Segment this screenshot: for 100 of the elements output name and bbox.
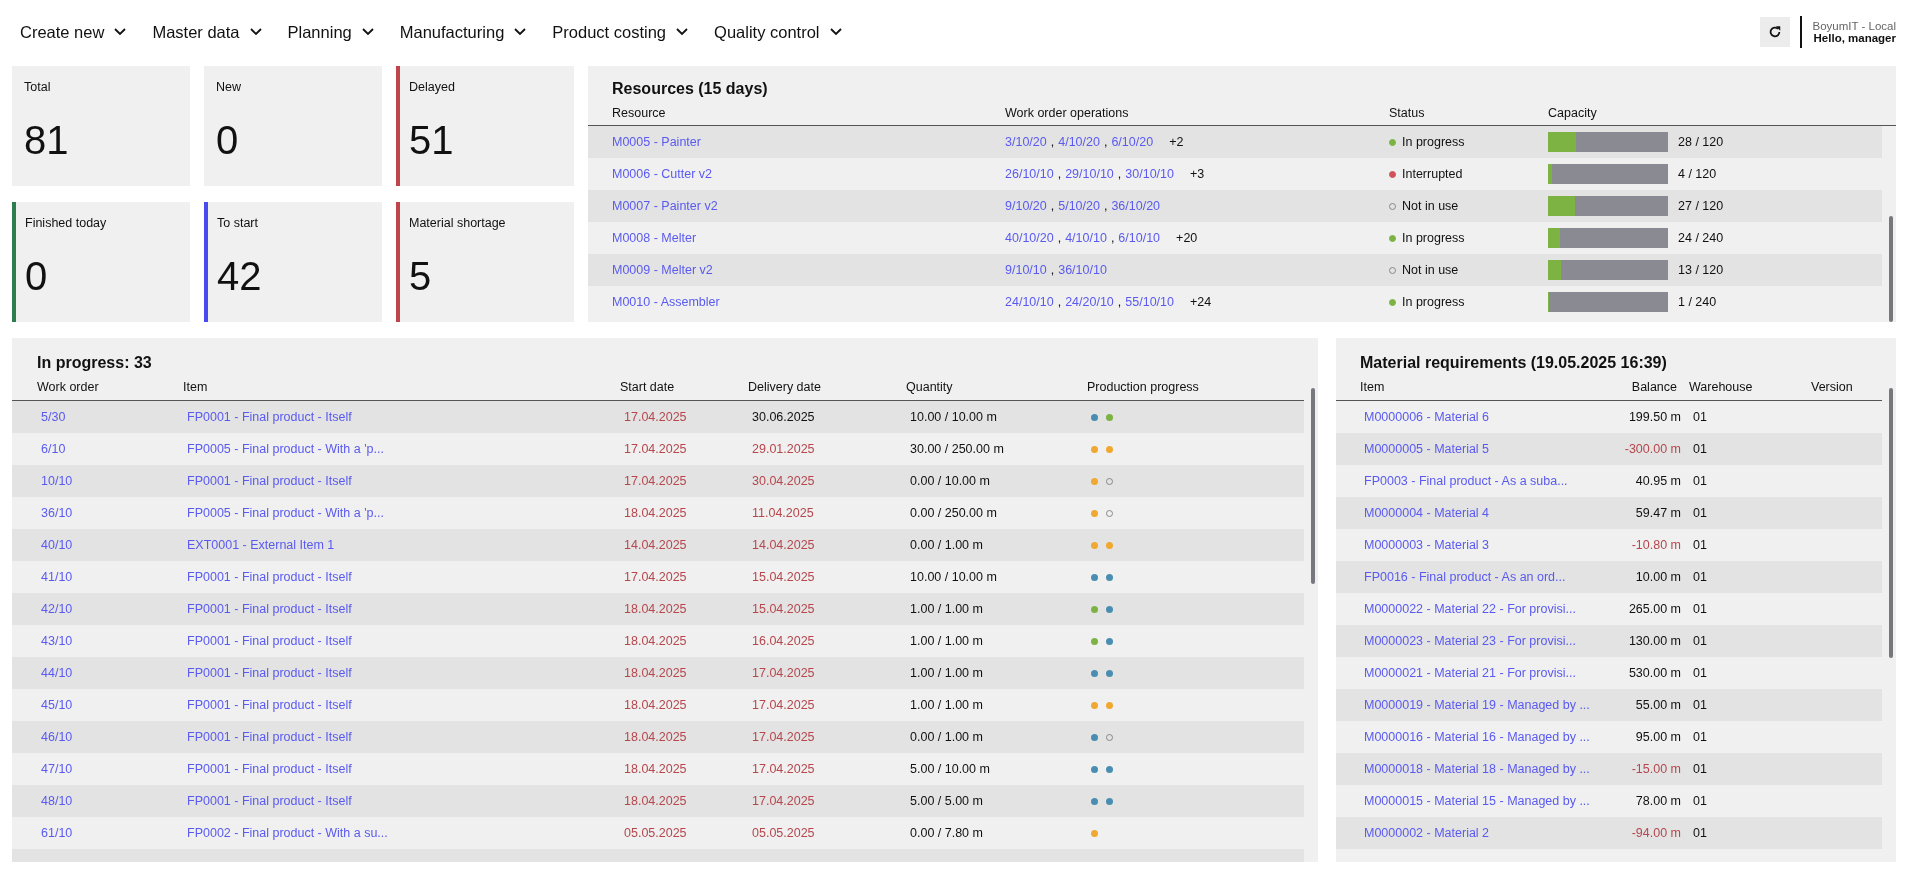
item-link[interactable]: M0000002 - Material 2 bbox=[1364, 826, 1490, 840]
work-order-link[interactable]: 41/10 bbox=[41, 570, 73, 584]
operation-link[interactable]: 24/10/10 bbox=[1005, 295, 1054, 309]
delivery-date: 11.04.2025 bbox=[752, 506, 814, 520]
work-order-link[interactable]: 46/10 bbox=[41, 730, 73, 744]
work-order-link[interactable]: 5/30 bbox=[41, 410, 66, 424]
column-header: Warehouse bbox=[1689, 380, 1753, 394]
quantity-text: 0.00 / 7.80 m bbox=[910, 826, 983, 840]
work-order-link[interactable]: 61/10 bbox=[41, 826, 73, 840]
operation-link[interactable]: 36/10/20 bbox=[1111, 199, 1161, 213]
operation-link[interactable]: 40/10/20 bbox=[1005, 231, 1054, 245]
work-order-link[interactable]: 36/10 bbox=[41, 506, 73, 520]
item-link[interactable]: M0000004 - Material 4 bbox=[1364, 506, 1490, 520]
item-link[interactable]: M0000021 - Material 21 - For provisi... bbox=[1364, 666, 1576, 680]
balance-text: 265.00 m bbox=[1628, 602, 1681, 616]
item-link[interactable]: FP0001 - Final product - Itself bbox=[187, 474, 352, 488]
column-header: Work order operations bbox=[1005, 106, 1129, 120]
item-link[interactable]: FP0001 - Final product - Itself bbox=[187, 570, 352, 584]
work-order-link[interactable]: 44/10 bbox=[41, 666, 73, 680]
resource-link[interactable]: M0008 - Melter bbox=[612, 231, 697, 245]
operation-link[interactable]: 24/20/10 bbox=[1065, 295, 1114, 309]
work-order-link[interactable]: 40/10 bbox=[41, 538, 73, 552]
item-link[interactable]: FP0005 - Final product - With a 'p... bbox=[187, 442, 384, 456]
menu-item[interactable]: Manufacturing bbox=[389, 16, 537, 48]
resource-link[interactable]: M0005 - Painter bbox=[612, 135, 701, 149]
item-link[interactable]: M0000005 - Material 5 bbox=[1364, 442, 1490, 456]
kpi-value: 42 bbox=[217, 256, 262, 296]
quantity-text: 1.00 / 1.00 m bbox=[910, 698, 983, 712]
scrollbar[interactable] bbox=[1311, 388, 1315, 584]
item-link[interactable]: FP0001 - Final product - Itself bbox=[187, 666, 352, 680]
item-link[interactable]: FP0001 - Final product - Itself bbox=[187, 730, 352, 744]
item-link[interactable]: FP0016 - Final product - As an ord... bbox=[1364, 570, 1566, 584]
item-link[interactable]: FP0001 - Final product - Itself bbox=[187, 634, 352, 648]
chevron-icon bbox=[114, 28, 127, 36]
operation-link[interactable]: 3/10/20 bbox=[1005, 135, 1047, 149]
operation-link[interactable]: 26/10/10 bbox=[1005, 167, 1054, 181]
work-order-link[interactable]: 47/10 bbox=[41, 762, 73, 776]
item-link[interactable]: EXT0001 - External Item 1 bbox=[187, 538, 335, 552]
start-date: 18.04.2025 bbox=[624, 698, 687, 712]
resource-link[interactable]: M0010 - Assembler bbox=[612, 295, 720, 309]
balance-text: 78.00 m bbox=[1635, 794, 1681, 808]
warehouse-text: 01 bbox=[1693, 538, 1707, 552]
item-link[interactable]: M0000006 - Material 6 bbox=[1364, 410, 1490, 424]
item-link[interactable]: FP0001 - Final product - Itself bbox=[187, 602, 352, 616]
operation-link[interactable]: 9/10/20 bbox=[1005, 199, 1047, 213]
work-order-link[interactable]: 43/10 bbox=[41, 634, 73, 648]
menu-item[interactable]: Product costing bbox=[542, 16, 699, 48]
capacity-text: 28 / 120 bbox=[1678, 135, 1724, 149]
operation-link[interactable]: 4/10/20 bbox=[1058, 135, 1100, 149]
delivery-date: 17.04.2025 bbox=[752, 666, 815, 680]
item-link[interactable]: M0000019 - Material 19 - Managed by ... bbox=[1364, 698, 1590, 712]
operation-link[interactable]: 6/10/10 bbox=[1118, 231, 1161, 245]
operation-link[interactable]: 29/10/10 bbox=[1065, 167, 1114, 181]
menu-item[interactable]: Create new bbox=[10, 16, 137, 48]
work-order-link[interactable]: 10/10 bbox=[41, 474, 73, 488]
menu-item[interactable]: Planning bbox=[277, 16, 384, 48]
start-date: 18.04.2025 bbox=[624, 634, 687, 648]
item-link[interactable]: M0000015 - Material 15 - Managed by ... bbox=[1364, 794, 1590, 808]
work-order-link[interactable]: 6/10 bbox=[41, 442, 66, 456]
work-order-link[interactable]: 42/10 bbox=[41, 602, 73, 616]
quantity-text: 0.00 / 250.00 m bbox=[910, 506, 997, 520]
item-link[interactable]: FP0001 - Final product - Itself bbox=[187, 698, 352, 712]
separator-text: , bbox=[1103, 135, 1108, 149]
item-link[interactable]: M0000003 - Material 3 bbox=[1364, 538, 1490, 552]
chevron-icon bbox=[514, 28, 527, 36]
work-order-link[interactable]: 48/10 bbox=[41, 794, 73, 808]
delivery-date: 17.04.2025 bbox=[752, 762, 815, 776]
menu-item[interactable]: Master data bbox=[142, 16, 272, 48]
menu-item[interactable]: Quality control bbox=[704, 16, 852, 48]
operation-link[interactable]: 30/10/10 bbox=[1125, 167, 1174, 181]
refresh-button[interactable] bbox=[1760, 17, 1791, 47]
operation-link[interactable]: 9/10/10 bbox=[1005, 263, 1047, 277]
item-link[interactable]: M0000022 - Material 22 - For provisi... bbox=[1364, 602, 1576, 616]
resource-link[interactable]: M0006 - Cutter v2 bbox=[612, 167, 713, 181]
operation-link[interactable]: 5/10/20 bbox=[1058, 199, 1100, 213]
work-order-link[interactable]: 45/10 bbox=[41, 698, 73, 712]
delivery-date: 15.04.2025 bbox=[752, 602, 815, 616]
item-link[interactable]: M0000018 - Material 18 - Managed by ... bbox=[1364, 762, 1590, 776]
item-link[interactable]: FP0002 - Final product - With a su... bbox=[187, 826, 388, 840]
scrollbar[interactable] bbox=[1889, 388, 1893, 658]
resource-link[interactable]: M0009 - Melter v2 bbox=[612, 263, 713, 277]
item-link[interactable]: FP0001 - Final product - Itself bbox=[187, 794, 352, 808]
chevron-icon bbox=[361, 28, 374, 36]
resource-link[interactable]: M0007 - Painter v2 bbox=[612, 199, 718, 213]
item-link[interactable]: M0000016 - Material 16 - Managed by ... bbox=[1364, 730, 1590, 744]
separator-text: , bbox=[1117, 295, 1122, 309]
kpi-value: 5 bbox=[409, 256, 432, 296]
column-header: Item bbox=[1360, 380, 1385, 394]
scrollbar[interactable] bbox=[1889, 216, 1893, 322]
item-link[interactable]: FP0001 - Final product - Itself bbox=[187, 762, 352, 776]
operation-link[interactable]: 55/10/10 bbox=[1125, 295, 1174, 309]
item-link[interactable]: FP0001 - Final product - Itself bbox=[187, 410, 352, 424]
status-text: Not in use bbox=[1402, 199, 1459, 213]
item-link[interactable]: FP0003 - Final product - As a suba... bbox=[1364, 474, 1568, 488]
operation-link[interactable]: 36/10/10 bbox=[1058, 263, 1107, 277]
operation-link[interactable]: 6/10/20 bbox=[1111, 135, 1154, 149]
operation-link[interactable]: 4/10/10 bbox=[1065, 231, 1107, 245]
item-link[interactable]: FP0005 - Final product - With a 'p... bbox=[187, 506, 384, 520]
warehouse-text: 01 bbox=[1693, 506, 1707, 520]
item-link[interactable]: M0000023 - Material 23 - For provisi... bbox=[1364, 634, 1576, 648]
